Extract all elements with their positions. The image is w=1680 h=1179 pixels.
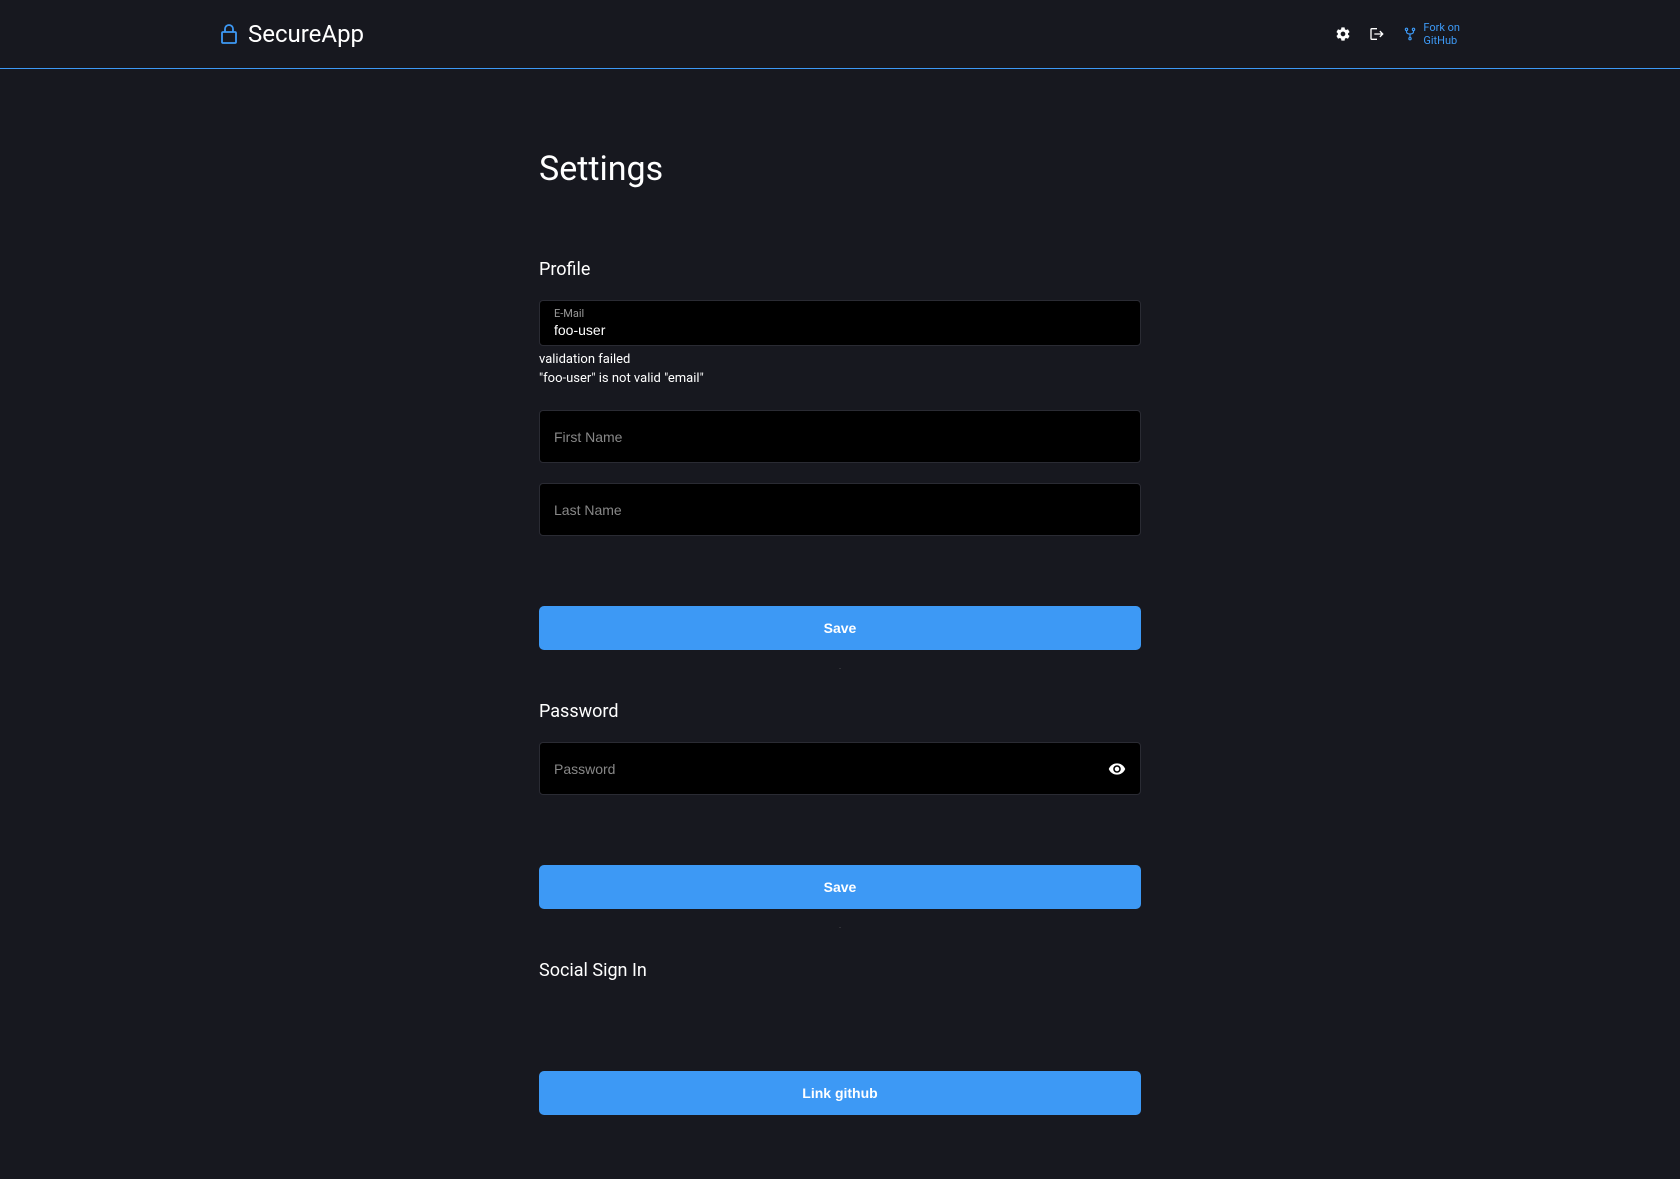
link-github-button[interactable]: Link github (539, 1071, 1141, 1115)
app-name: SecureApp (248, 20, 364, 48)
first-name-input[interactable] (554, 429, 1126, 445)
page-title: Settings (539, 149, 1141, 189)
logo-section: SecureApp (220, 20, 364, 48)
last-name-field-wrapper[interactable] (539, 483, 1141, 536)
email-label: E-Mail (554, 307, 1126, 320)
fork-github-label: Fork on GitHub (1423, 21, 1460, 47)
validation-error-line2: "foo-user" is not valid "email" (539, 371, 1141, 386)
last-name-input[interactable] (554, 502, 1126, 518)
settings-icon-button[interactable] (1335, 26, 1351, 42)
logout-icon-button[interactable] (1369, 26, 1385, 42)
profile-section-title: Profile (539, 259, 1141, 280)
password-field-wrapper[interactable] (539, 742, 1141, 795)
password-save-button[interactable]: Save (539, 865, 1141, 909)
validation-error-line1: validation failed (539, 352, 1141, 367)
fork-github-link[interactable]: Fork on GitHub (1403, 21, 1460, 47)
lock-icon (220, 23, 238, 45)
git-fork-icon (1403, 27, 1417, 41)
social-section-title: Social Sign In (539, 960, 1141, 981)
password-input[interactable] (554, 761, 1126, 777)
password-section-title: Password (539, 701, 1141, 722)
profile-save-button[interactable]: Save (539, 606, 1141, 650)
email-field-wrapper[interactable]: E-Mail (539, 300, 1141, 346)
eye-icon[interactable] (1108, 760, 1126, 778)
first-name-field-wrapper[interactable] (539, 410, 1141, 463)
email-input[interactable] (554, 322, 1126, 338)
